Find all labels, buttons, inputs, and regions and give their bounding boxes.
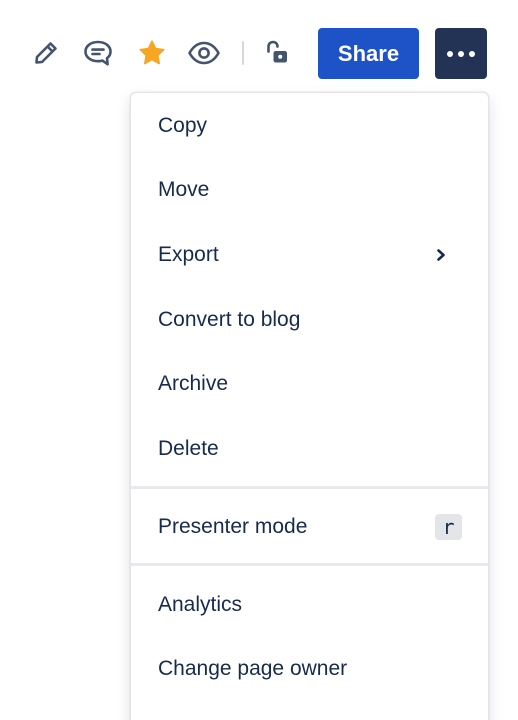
menu-item-analytics[interactable]: Analytics <box>131 573 488 637</box>
menu-item-label: Convert to blog <box>158 308 301 331</box>
menu-item-presenter-mode[interactable]: Presenter mode r <box>131 495 488 559</box>
star-button[interactable] <box>134 35 170 71</box>
menu-item-move[interactable]: Move <box>131 158 488 222</box>
menu-item-convert-to-blog[interactable]: Convert to blog <box>131 288 488 352</box>
menu-item-label: Change page owner <box>158 657 348 680</box>
page-root: Share Copy Move Export Convert to blog A… <box>0 0 518 720</box>
more-actions-button[interactable] <box>435 28 487 79</box>
menu-item-label: Archive <box>158 372 229 395</box>
restrictions-button[interactable] <box>258 35 294 71</box>
menu-item-change-page-owner[interactable]: Change page owner <box>131 637 488 701</box>
menu-item-label: Analytics <box>158 593 243 616</box>
eye-icon <box>188 41 220 65</box>
keyboard-shortcut-badge: r <box>435 514 462 540</box>
share-button[interactable]: Share <box>318 28 419 79</box>
chevron-right-icon <box>437 249 445 261</box>
menu-item-label: Move <box>158 178 210 201</box>
unlock-icon <box>267 40 287 63</box>
menu-separator <box>131 486 488 489</box>
more-actions-menu: Copy Move Export Convert to blog Archive… <box>130 92 489 720</box>
pencil-icon <box>35 42 57 64</box>
more-icon <box>447 50 475 57</box>
menu-item-label: Copy <box>158 114 208 137</box>
menu-item-archive[interactable]: Archive <box>131 352 488 416</box>
menu-item-delete[interactable]: Delete <box>131 417 488 481</box>
menu-separator <box>131 563 488 566</box>
comment-button[interactable] <box>80 35 116 71</box>
star-icon <box>139 40 165 65</box>
edit-button[interactable] <box>28 35 64 71</box>
menu-item-copy[interactable]: Copy <box>131 94 488 158</box>
watch-button[interactable] <box>186 35 222 71</box>
menu-item-export[interactable]: Export <box>131 223 488 287</box>
menu-item-label: Export <box>158 243 219 266</box>
menu-item-label: Presenter mode <box>158 515 308 538</box>
toolbar-divider <box>242 41 244 65</box>
page-toolbar: Share <box>0 26 518 80</box>
menu-item-label: Delete <box>158 437 219 460</box>
comment-icon <box>84 40 112 66</box>
